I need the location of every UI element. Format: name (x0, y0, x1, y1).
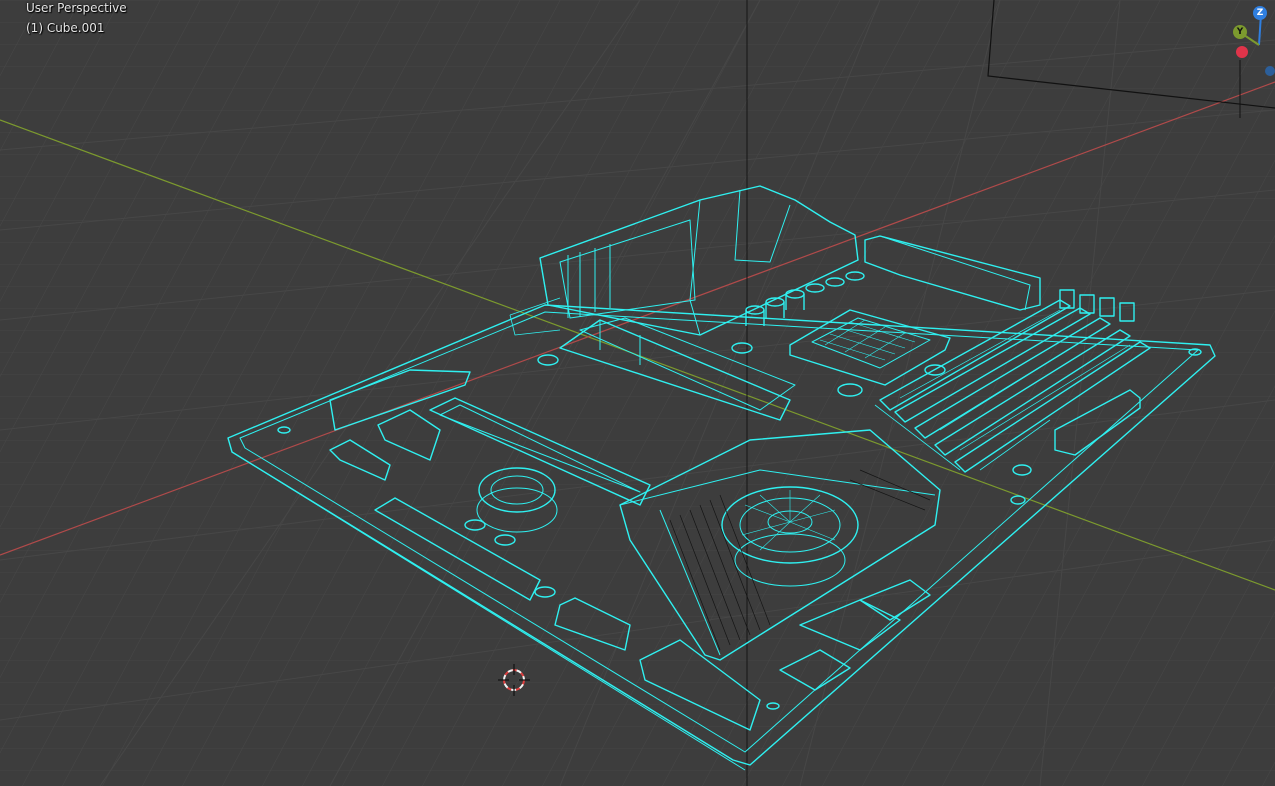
gizmo-x-icon[interactable] (1236, 46, 1248, 58)
gizmo-z-icon[interactable]: Z (1253, 6, 1267, 20)
scene-canvas[interactable] (0, 0, 1275, 786)
active-object-label: (1) Cube.001 (26, 21, 105, 35)
gizmo-y-icon[interactable]: Y (1233, 25, 1247, 39)
view-name-label: User Perspective (26, 1, 127, 15)
navigation-gizmo[interactable]: Z Y (1215, 0, 1275, 90)
3d-viewport[interactable]: User Perspective (1) Cube.001 Z Y (0, 0, 1275, 786)
gizmo-neg-z-icon[interactable] (1265, 66, 1275, 76)
